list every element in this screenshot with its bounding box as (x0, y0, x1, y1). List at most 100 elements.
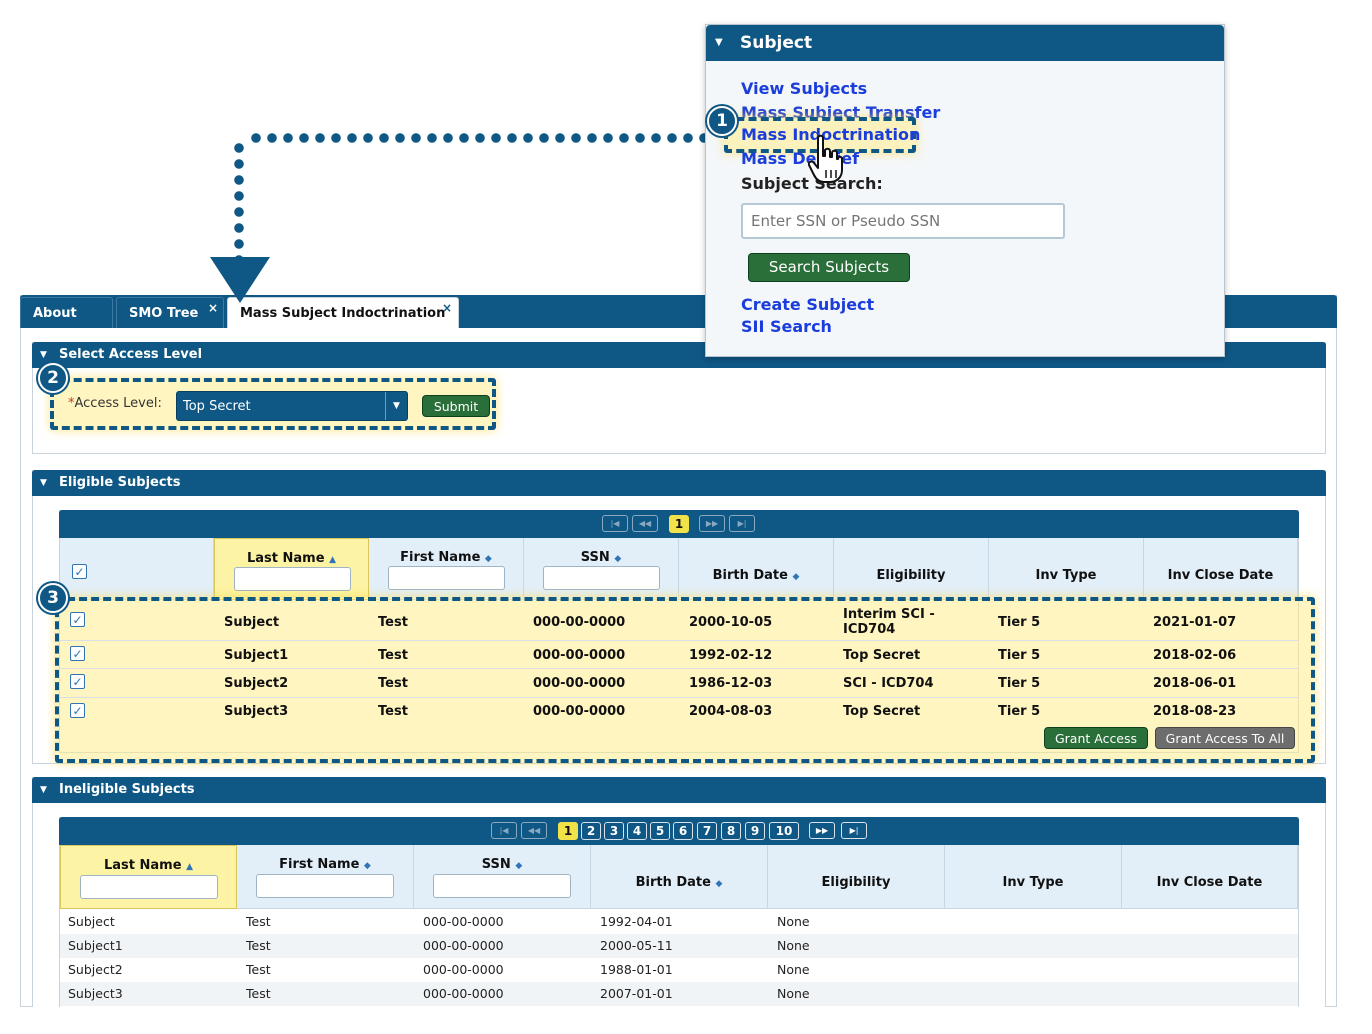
submit-button[interactable]: Submit (422, 395, 490, 417)
last-name-filter[interactable] (80, 875, 218, 899)
col-inv-type[interactable]: Inv Type (989, 538, 1144, 600)
cell-first-name: Test (246, 962, 271, 977)
callout-badge-2: 2 (38, 363, 68, 393)
collapse-triangle-icon[interactable]: ▼ (715, 25, 723, 61)
col-inv-close-date[interactable]: Inv Close Date (1122, 845, 1298, 909)
sort-both-icon[interactable]: ◆ (792, 572, 799, 582)
row-checkbox[interactable]: ✓ (70, 674, 85, 689)
next-page-icon[interactable]: ▶▶ (809, 822, 835, 839)
next-page-icon[interactable]: ▶▶ (699, 515, 725, 532)
sii-search-link[interactable]: SII Search (741, 317, 832, 336)
search-subjects-button[interactable]: Search Subjects (748, 253, 910, 282)
page-9-button[interactable]: 9 (745, 822, 765, 840)
col-inv-close-date[interactable]: Inv Close Date (1144, 538, 1298, 600)
view-subjects-link[interactable]: View Subjects (741, 79, 867, 98)
subject-search-input[interactable] (741, 203, 1065, 239)
first-page-icon[interactable]: |◀ (602, 515, 628, 532)
col-eligibility[interactable]: Eligibility (834, 538, 989, 600)
last-name-filter[interactable] (234, 567, 351, 591)
table-row[interactable]: Subject3 Test 000-00-0000 2007-01-01 Non… (60, 982, 1298, 1006)
prev-page-icon[interactable]: ◀◀ (632, 515, 658, 532)
close-icon[interactable]: × (442, 301, 452, 315)
page-8-button[interactable]: 8 (721, 822, 741, 840)
page-6-button[interactable]: 6 (673, 822, 693, 840)
page-2-button[interactable]: 2 (581, 822, 601, 840)
cell-first-name: Test (378, 676, 408, 691)
cell-birth-date: 1992-02-12 (689, 648, 773, 663)
table-row[interactable]: ✓ Subject2 Test 000-00-0000 1986-12-03 S… (60, 669, 1298, 697)
last-page-icon[interactable]: ▶| (841, 822, 867, 839)
connector-dotted-line (234, 140, 244, 260)
sort-ascending-icon[interactable]: ▲ (329, 555, 336, 565)
cell-last-name: Subject2 (68, 962, 123, 977)
col-label: Last Name (103, 858, 182, 873)
row-checkbox[interactable]: ✓ (70, 612, 85, 627)
page-4-button[interactable]: 4 (627, 822, 647, 840)
collapse-triangle-icon[interactable]: ▼ (40, 470, 47, 496)
panel-title: Eligible Subjects (59, 475, 181, 490)
col-ssn[interactable]: SSN ◆ (524, 538, 679, 600)
table-row[interactable]: Subject Test 000-00-0000 1992-04-01 None (60, 910, 1298, 934)
chevron-down-icon[interactable]: ▼ (385, 392, 407, 420)
col-inv-type[interactable]: Inv Type (945, 845, 1122, 909)
first-name-filter[interactable] (256, 874, 394, 898)
ineligible-subjects-header[interactable]: ▼ Ineligible Subjects (32, 777, 1326, 803)
prev-page-icon[interactable]: ◀◀ (521, 822, 547, 839)
col-first-name[interactable]: First Name ◆ (237, 845, 414, 909)
cell-eligibility: None (777, 962, 810, 977)
sort-both-icon[interactable]: ◆ (364, 861, 371, 871)
col-eligibility[interactable]: Eligibility (768, 845, 945, 909)
page-5-button[interactable]: 5 (650, 822, 670, 840)
sort-both-icon[interactable]: ◆ (485, 554, 492, 564)
table-row[interactable]: ✓ Subject3 Test 000-00-0000 2004-08-03 T… (60, 698, 1298, 725)
page-1-button[interactable]: 1 (558, 822, 578, 840)
grant-access-to-all-button[interactable]: Grant Access To All (1155, 727, 1295, 749)
cell-inv-type: Tier 5 (998, 615, 1041, 630)
eligible-subjects-header[interactable]: ▼ Eligible Subjects (32, 470, 1326, 496)
sort-both-icon[interactable]: ◆ (515, 861, 522, 871)
col-last-name[interactable]: Last Name ▲ (214, 538, 369, 600)
row-checkbox[interactable]: ✓ (70, 646, 85, 661)
connector-dotted-line (248, 133, 712, 143)
sort-ascending-icon[interactable]: ▲ (186, 862, 193, 872)
grant-access-button[interactable]: Grant Access (1044, 727, 1148, 749)
select-all-checkbox[interactable]: ✓ (72, 564, 87, 579)
col-birth-date[interactable]: Birth Date ◆ (679, 538, 834, 600)
tab-label: SMO Tree (129, 306, 199, 321)
create-subject-link[interactable]: Create Subject (741, 295, 874, 314)
col-last-name[interactable]: Last Name ▲ (60, 845, 237, 909)
page-3-button[interactable]: 3 (604, 822, 624, 840)
page-7-button[interactable]: 7 (697, 822, 717, 840)
ssn-filter[interactable] (433, 874, 571, 898)
collapse-triangle-icon[interactable]: ▼ (40, 777, 47, 803)
sort-both-icon[interactable]: ◆ (614, 554, 621, 564)
cell-eligibility: Top Secret (843, 648, 921, 663)
hand-pointer-icon (808, 134, 843, 183)
close-icon[interactable]: × (208, 301, 218, 315)
cell-ssn: 000-00-0000 (423, 938, 504, 953)
table-row[interactable]: ✓ Subject Test 000-00-0000 2000-10-05 In… (60, 604, 1298, 640)
last-page-icon[interactable]: ▶| (729, 515, 755, 532)
first-page-icon[interactable]: |◀ (491, 822, 517, 839)
col-birth-date[interactable]: Birth Date ◆ (591, 845, 768, 909)
cell-inv-close-date: 2021-01-07 (1153, 615, 1237, 630)
sort-both-icon[interactable]: ◆ (715, 879, 722, 889)
page-10-button[interactable]: 10 (769, 822, 799, 840)
cell-birth-date: 2004-08-03 (689, 704, 773, 719)
table-row[interactable]: Subject2 Test 000-00-0000 1988-01-01 Non… (60, 958, 1298, 982)
col-first-name[interactable]: First Name ◆ (369, 538, 524, 600)
first-name-filter[interactable] (388, 566, 505, 590)
col-ssn[interactable]: SSN ◆ (414, 845, 591, 909)
ssn-filter[interactable] (543, 566, 660, 590)
row-checkbox[interactable]: ✓ (70, 703, 85, 718)
cell-ssn: 000-00-0000 (533, 704, 626, 719)
table-row[interactable]: ✓ Subject1 Test 000-00-0000 1992-02-12 T… (60, 641, 1298, 668)
select-all-header: ✓ (60, 538, 214, 600)
col-label: Eligibility (876, 568, 946, 583)
tab-about-jvs[interactable]: About JVS (20, 297, 113, 352)
page-1-button[interactable]: 1 (669, 515, 689, 533)
subject-menu-header[interactable]: ▼ Subject (706, 25, 1224, 61)
col-label: SSN (580, 550, 610, 565)
access-level-select[interactable]: Top Secret ▼ (176, 391, 408, 421)
table-row[interactable]: Subject1 Test 000-00-0000 2000-05-11 Non… (60, 934, 1298, 958)
